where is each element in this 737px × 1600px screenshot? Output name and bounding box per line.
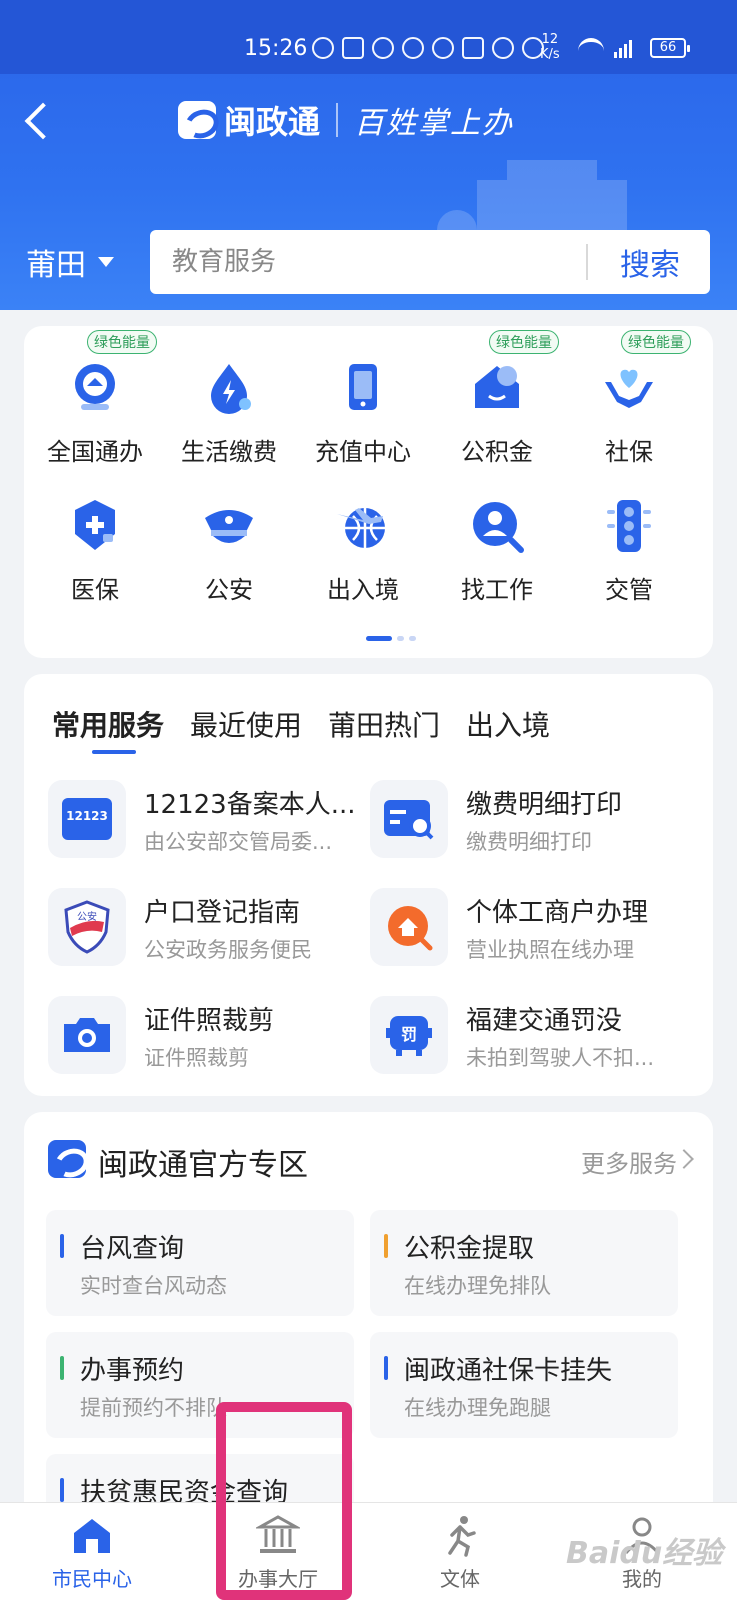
notification-app-icon [342,37,364,59]
grid-item-national-service[interactable]: 绿色能量 全国通办 [30,330,160,467]
watermark-text: Baidu经验 [566,1536,723,1571]
home-icon [70,1513,114,1557]
green-energy-badge: 绿色能量 [489,330,559,354]
zone-item-typhoon-query[interactable]: 台风查询 实时查台风动态 [46,1210,354,1316]
service-item-individual-business[interactable]: 个体工商户办理 营业执照在线办理 [370,888,680,968]
signal-icon [614,38,632,58]
app-name: 闽政通 [224,103,321,141]
phone-recharge-icon [333,358,393,418]
service-item-fujian-traffic-fines[interactable]: 罚 福建交通罚没 未拍到驾驶人不扣... [370,996,680,1076]
quick-services-card: 绿色能量 全国通办 生活缴费 充值中心 绿色能量 公积金 绿色能量 社保 医保 [24,326,713,658]
grid-item-social-security[interactable]: 绿色能量 社保 [564,330,694,467]
search-input[interactable] [172,230,572,294]
grid-item-traffic-control[interactable]: 交管 [564,496,694,605]
camera-icon [48,996,126,1074]
app-header: 15:26 12 K/s 66 闽政通 百姓掌上办 莆田 教育服务 搜索 [0,0,737,310]
fine-icon-text: 罚 [401,1025,417,1044]
official-zone-title: 闽政通官方专区 [98,1148,308,1183]
status-bar: 15:26 12 K/s 66 [0,0,737,74]
tab-common-services[interactable]: 常用服务 [52,704,164,754]
service-item-12123-filing[interactable]: 12123 12123备案本人... 由公安部交管局委... [48,780,358,860]
nav-citizen-center[interactable]: 市民中心 [32,1513,152,1592]
zone-item-accent [384,1234,388,1258]
wifi-icon [578,38,604,56]
zone-item-accent [60,1356,64,1380]
running-person-icon [438,1513,482,1557]
traffic-light-icon [599,496,659,556]
back-button[interactable] [22,100,52,140]
brand-divider [336,103,339,137]
grid-item-recharge-center[interactable]: 充值中心 [298,358,428,467]
status-notification-icons [312,36,544,60]
zone-item-accent [60,1478,64,1502]
battery-icon: 66 [650,38,690,58]
zone-item-accent [384,1356,388,1380]
nav-culture-sports[interactable]: 文体 [400,1513,520,1592]
globe-plane-icon [333,496,393,556]
app-slogan: 百姓掌上办 [354,106,515,141]
city-name: 莆田 [26,248,86,283]
service-tabs: 常用服务 最近使用 莆田热门 出入境 [52,704,550,754]
police-cap-icon [199,496,259,556]
search-button[interactable]: 搜索 [590,230,710,294]
search-bar: 搜索 [150,230,710,294]
service-item-payment-detail-print[interactable]: 缴费明细打印 缴费明细打印 [370,780,680,860]
job-search-icon [467,496,527,556]
housing-fund-icon: 绿色能量 [467,330,559,418]
grid-item-exit-entry[interactable]: 出入境 [298,496,428,605]
alarm-icon [492,37,514,59]
medical-insurance-icon [65,496,125,556]
police-shield-icon: 公安 [48,888,126,966]
official-zone-card: 闽政通官方专区 更多服务 台风查询 实时查台风动态 公积金提取 在线办理免排队 … [24,1112,713,1560]
tab-recently-used[interactable]: 最近使用 [190,704,302,744]
network-speed: 12 K/s [540,32,560,62]
minzhengtong-logo-icon [48,1140,86,1178]
zone-item-accent [60,1234,64,1258]
page-indicator [366,636,416,641]
12123-app-icon: 12123 [48,780,126,858]
business-license-icon [370,888,448,966]
search-divider [586,244,588,280]
minzhengtong-logo-icon [178,101,216,139]
city-selector[interactable]: 莆田 [26,240,114,284]
service-item-id-photo-crop[interactable]: 证件照裁剪 证件照裁剪 [48,996,358,1076]
green-energy-badge: 绿色能量 [87,330,157,354]
caret-down-icon [98,257,114,267]
grid-item-medical-insurance[interactable]: 医保 [30,496,160,605]
12123-icon-text: 12123 [66,809,108,823]
more-services-link[interactable]: 更多服务 [581,1144,677,1179]
service-item-household-registration[interactable]: 公安 户口登记指南 公安政务服务便民 [48,888,358,968]
zone-item-social-card-loss[interactable]: 闽政通社保卡挂失 在线办理免跑腿 [370,1332,678,1438]
status-time: 15:26 [244,36,308,61]
utility-payment-icon [199,358,259,418]
zone-item-housing-fund-withdrawal[interactable]: 公积金提取 在线办理免排队 [370,1210,678,1316]
grid-item-housing-fund[interactable]: 绿色能量 公积金 [432,330,562,467]
brand-banner: 闽政通 百姓掌上办 [178,98,514,142]
nfc-icon [462,37,484,59]
social-security-icon: 绿色能量 [599,330,691,418]
chevron-right-icon [674,1149,694,1169]
hand-icon [372,37,394,59]
payment-detail-icon [370,780,448,858]
police-icon-text: 公安 [77,910,97,923]
tab-putian-hot[interactable]: 莆田热门 [328,704,440,744]
grid-item-utility-payment[interactable]: 生活缴费 [164,358,294,467]
national-service-icon: 绿色能量 [65,330,157,418]
common-services-card: 常用服务 最近使用 莆田热门 出入境 12123 12123备案本人... 由公… [24,674,713,1096]
eye-icon [432,37,454,59]
highlight-annotation-box [216,1402,352,1600]
traffic-fine-icon: 罚 [370,996,448,1074]
grid-item-police[interactable]: 公安 [164,496,294,605]
grid-item-find-job[interactable]: 找工作 [432,496,562,605]
tab-exit-entry[interactable]: 出入境 [466,704,550,744]
data-saver-icon [402,37,424,59]
notification-app-icon [312,37,334,59]
green-energy-badge: 绿色能量 [621,330,691,354]
